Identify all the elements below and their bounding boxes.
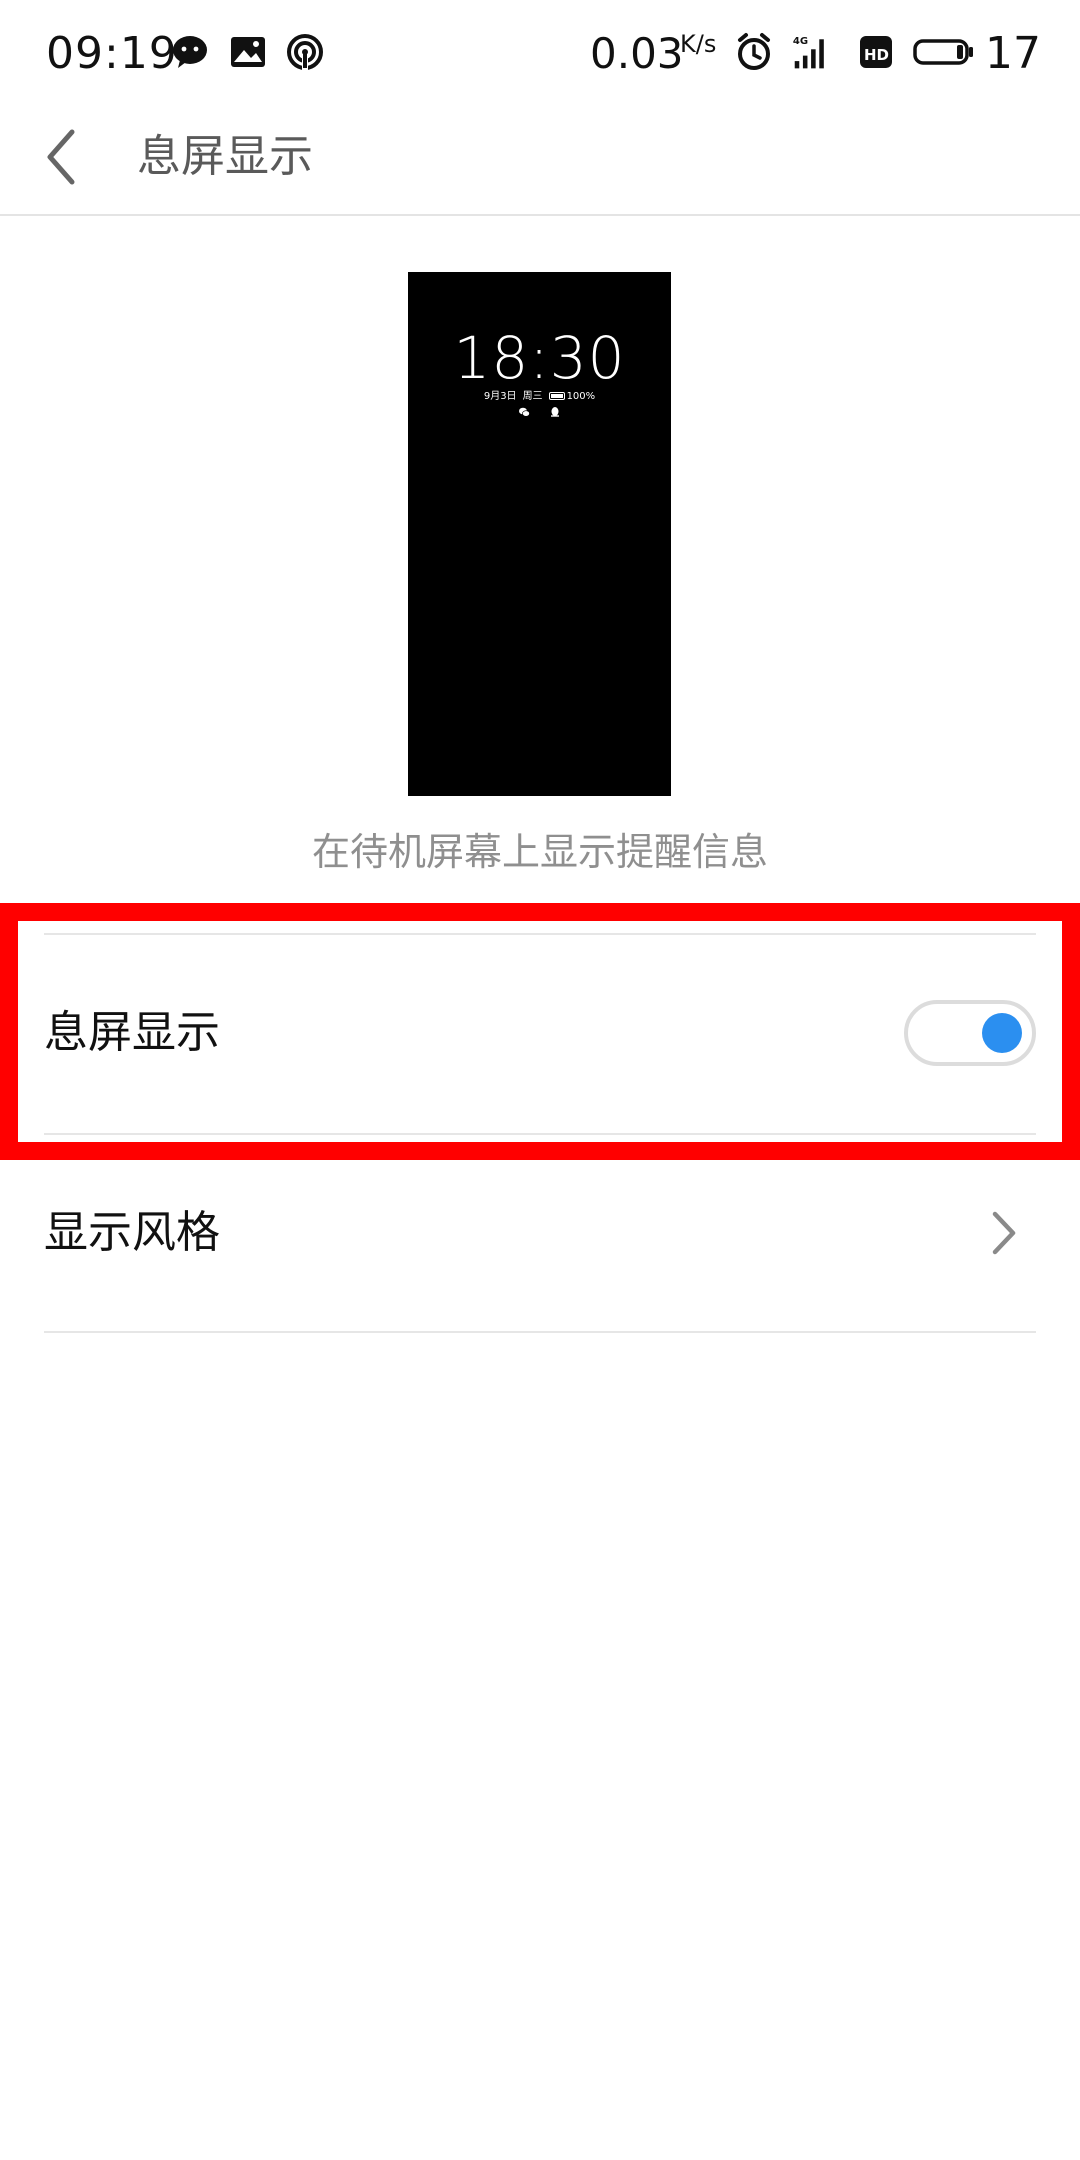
toggle-knob	[982, 1013, 1022, 1053]
preview-weekday: 周三	[522, 391, 543, 402]
status-time: 09:19	[46, 28, 178, 79]
preview-battery: 100%	[548, 391, 596, 402]
chevron-right-icon	[992, 1211, 1016, 1255]
wechat-icon	[173, 36, 207, 68]
aod-toggle-switch[interactable]	[904, 1000, 1036, 1066]
svg-text:4G: 4G	[793, 36, 808, 47]
preview-qq-icon	[549, 406, 561, 423]
display-style-label: 显示风格	[44, 1207, 220, 1258]
aod-preview: 18:30 9月3日 周三 100%	[408, 272, 671, 796]
gallery-icon	[231, 37, 265, 67]
header-divider	[0, 214, 1080, 216]
battery-icon	[913, 39, 973, 65]
preview-date: 9月3日	[483, 391, 517, 402]
svg-text:HD: HD	[864, 46, 889, 64]
alarm-icon	[738, 33, 770, 70]
status-bar: 09:19 0.03 K/s 4G HD 17	[0, 0, 1080, 108]
back-button[interactable]	[34, 122, 94, 192]
signal-4g-icon: 4G	[793, 36, 824, 69]
hd-icon: HD	[860, 36, 892, 68]
preview-notification-icons	[408, 406, 671, 423]
preview-caption: 在待机屏幕上显示提醒信息	[311, 830, 768, 874]
battery-level: 17	[985, 28, 1041, 79]
preview-info: 9月3日 周三 100%	[408, 390, 671, 404]
page-title: 息屏显示	[137, 131, 313, 182]
preview-battery-level: 100%	[566, 391, 596, 402]
header: 息屏显示	[0, 108, 1080, 214]
aod-toggle-label: 息屏显示	[44, 1007, 220, 1058]
preview-wechat-icon	[518, 406, 530, 423]
net-speed: 0.03	[590, 29, 684, 78]
display-style-row[interactable]: 显示风格	[0, 1135, 1080, 1331]
row-divider	[44, 1331, 1036, 1333]
preview-battery-icon	[548, 392, 565, 400]
preview-time: 18:30	[453, 324, 626, 392]
hotspot-icon	[287, 34, 323, 70]
net-speed-unit: K/s	[680, 30, 717, 58]
screen: 09:19 0.03 K/s 4G HD 17 息屏显示 18:30 9月3日 …	[0, 0, 1080, 2160]
